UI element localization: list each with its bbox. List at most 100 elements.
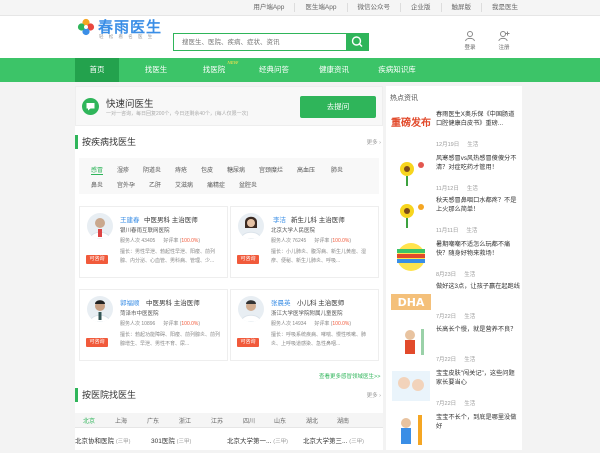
consult-badge[interactable]: 可咨询 (237, 255, 259, 264)
news-item[interactable]: 长高长个慢，就是营养不良？ 7月22日 生活 (390, 325, 520, 365)
ask-question-button[interactable]: 去提问 (300, 96, 376, 118)
serves-prefix: 服务人次 (271, 238, 292, 244)
news-item[interactable]: DHA 做好这3点，让孩子赢在起跑线 7月22日 生活 (390, 282, 520, 322)
top-link-wechat[interactable]: 微信公众号 (346, 3, 401, 12)
tag-disease[interactable]: 宫颈糜烂 (259, 165, 283, 174)
main-column: 快速问医生 一对一咨询，每日回复200个，今日还剩余40个，(每人仅限一次) 去… (75, 86, 383, 450)
news-item[interactable]: 风寒感冒vs风热感冒傻傻分不清？对症吃药才管用！ 11月12日 生活 (390, 154, 520, 194)
hospital-level: (三甲) (273, 439, 288, 445)
tag-disease[interactable]: 乙肝 (149, 180, 161, 189)
news-item[interactable]: 宝宝不长个，到底是哪里没做好 (390, 413, 520, 453)
consult-badge[interactable]: 可咨询 (237, 338, 259, 347)
tag-disease[interactable]: 痛精症 (207, 180, 225, 189)
news-item[interactable]: 秋天感冒鼻咽口水都疼？不是上火那么简单！ 11月11日 生活 (390, 196, 520, 236)
city-tab[interactable]: 湖北 (306, 416, 318, 425)
nav-classic-qa[interactable]: 经典问答 (252, 58, 296, 82)
login-link[interactable]: 登录 (455, 30, 485, 51)
top-links: 用户端App 医生端App 微信公众号 企业版 触屏版 我是医生 (243, 3, 528, 12)
city-tab[interactable]: 江苏 (211, 416, 223, 425)
logo-flower-icon (77, 18, 95, 36)
news-item[interactable]: 重磅发布 春雨医生X奥乐保《中国肠道口腔健康白皮书》重磅... 12月19日 生活 (390, 110, 520, 150)
news-meta: 7月22日 生活 (436, 312, 475, 320)
news-category: 生活 (464, 357, 476, 363)
search-box (173, 33, 369, 51)
doctor-card[interactable]: 可咨询 郭福顺 中医男科 主治医师 菏泽市中医医院 服务人次 10896 好评率 … (79, 289, 228, 361)
hospital-link[interactable]: 北京大学第一... (三甲) (227, 435, 288, 445)
doctor-name[interactable]: 郭福顺 (120, 297, 140, 307)
news-thumb: DHA (390, 282, 432, 316)
tag-disease[interactable]: 包皮 (201, 165, 213, 174)
tag-disease[interactable]: 肺炎 (331, 165, 343, 174)
doctor-skill: 擅长：呼吸系统疾病、哮喘、慢性咳嗽、肺炎、上呼吸道感染、急性鼻咽... (271, 332, 367, 347)
city-tab[interactable]: 浙江 (179, 416, 191, 425)
nav-find-hospital[interactable]: 找医院 NEW (194, 58, 238, 82)
doctor-role: 小儿科 主治医师 (297, 300, 345, 307)
disease-more-link[interactable]: 更多 › (367, 138, 381, 146)
city-tab[interactable]: 广东 (147, 416, 159, 425)
news-item[interactable]: 宝宝皮肤"闯关记"，这些问题家长要当心 7月22日 生活 (390, 369, 520, 409)
hospital-link[interactable]: 301医院 (三甲) (151, 435, 191, 445)
more-doctors-link[interactable]: 查看更多感冒领域医生>> (319, 372, 380, 380)
tag-disease[interactable]: 痔疮 (175, 165, 187, 174)
news-thumb (390, 413, 432, 447)
site-logo[interactable]: 春雨医生 轻 松 看 名 医 生 (77, 16, 167, 40)
hospital-link[interactable]: 北京协和医院 (三甲) (75, 435, 130, 445)
nav-health-news[interactable]: 健康资讯 (312, 58, 356, 82)
doctor-name[interactable]: 张晨英 (271, 297, 291, 307)
top-link-touch[interactable]: 触屏版 (440, 3, 482, 12)
doctor-card[interactable]: 可咨询 王建春 中医男科 主治医师 银川春雨互联网医院 服务人次 43405 好评… (79, 206, 228, 278)
hospital-link[interactable]: 北京大学第三... (三甲) (303, 435, 364, 445)
top-link-iamdoctor[interactable]: 我是医生 (481, 3, 528, 12)
hospital-more-label: 更多 (366, 393, 378, 399)
new-badge: NEW (227, 60, 239, 65)
tag-disease[interactable]: 高血压 (297, 165, 315, 174)
city-tabs: 北京 上海 广东 浙江 江苏 四川 山东 湖北 湖南 (75, 413, 383, 428)
release-banner-icon: 重磅发布 (391, 113, 431, 141)
serves-count: 76245 (292, 238, 307, 244)
search-input[interactable] (174, 34, 344, 50)
consult-badge[interactable]: 可咨询 (86, 255, 108, 264)
city-tab[interactable]: 湖南 (337, 416, 349, 425)
tag-disease[interactable]: 湿疹 (117, 165, 129, 174)
nav-home[interactable]: 首页 (75, 58, 119, 82)
news-thumb (390, 369, 432, 403)
city-tab[interactable]: 北京 (83, 416, 95, 425)
news-thumb: 重磅发布 (390, 110, 432, 144)
doctor-name[interactable]: 王建春 (120, 214, 140, 224)
tag-disease[interactable]: 阴道炎 (143, 165, 161, 174)
news-category: 生活 (464, 314, 476, 320)
news-thumb (390, 240, 432, 274)
register-link[interactable]: 注册 (489, 30, 519, 51)
hospital-name: 北京大学第一... (227, 438, 272, 445)
nav-find-doctor[interactable]: 找医生 (136, 58, 176, 82)
city-tab[interactable]: 四川 (243, 416, 255, 425)
doctor-card[interactable]: 可咨询 李洁 新生儿科 主治医师 北京大学人民医院 服务人次 76245 好评率 … (230, 206, 379, 278)
rate-prefix: 好评率 (314, 321, 330, 327)
doctor-card[interactable]: 可咨询 张晨英 小儿科 主治医师 浙江大学医学院附属儿童医院 服务人次 1493… (230, 289, 379, 361)
tag-disease[interactable]: 糖尿病 (227, 165, 245, 174)
top-utility-bar: 用户端App 医生端App 微信公众号 企业版 触屏版 我是医生 (0, 0, 600, 16)
rate-value: 100.0% (332, 238, 350, 244)
city-tab[interactable]: 上海 (115, 416, 127, 425)
search-button[interactable] (346, 33, 369, 51)
hospital-more-link[interactable]: 更多 › (367, 391, 381, 399)
news-item[interactable]: 暑期嘲嘲不适怎么玩都不痛快？随身好物来救场！ 8月23日 生活 (390, 240, 520, 280)
news-title: 暑期嘲嘲不适怎么玩都不痛快？随身好物来救场！ (436, 241, 511, 257)
flower-bubble-icon (400, 162, 424, 186)
top-link-user-app[interactable]: 用户端App (243, 3, 294, 12)
top-link-enterprise[interactable]: 企业版 (400, 3, 441, 12)
tag-disease[interactable]: 艾滋病 (175, 180, 193, 189)
news-date: 12月19日 (436, 142, 460, 148)
city-tab[interactable]: 山东 (274, 416, 286, 425)
tag-disease[interactable]: 鼻炎 (91, 180, 103, 189)
news-category: 生活 (466, 186, 478, 192)
news-date: 7月22日 (436, 314, 457, 320)
consult-badge[interactable]: 可咨询 (86, 338, 108, 347)
top-link-doctor-app[interactable]: 医生端App (294, 3, 346, 12)
doctor-avatar (238, 296, 264, 322)
tag-disease[interactable]: 宫外孕 (117, 180, 135, 189)
tag-disease[interactable]: 盆腔炎 (239, 180, 257, 189)
nav-disease-kb[interactable]: 疾病知识库 (372, 58, 422, 82)
tag-disease[interactable]: 感冒 (91, 165, 104, 175)
doctor-name[interactable]: 李洁 (273, 214, 286, 224)
